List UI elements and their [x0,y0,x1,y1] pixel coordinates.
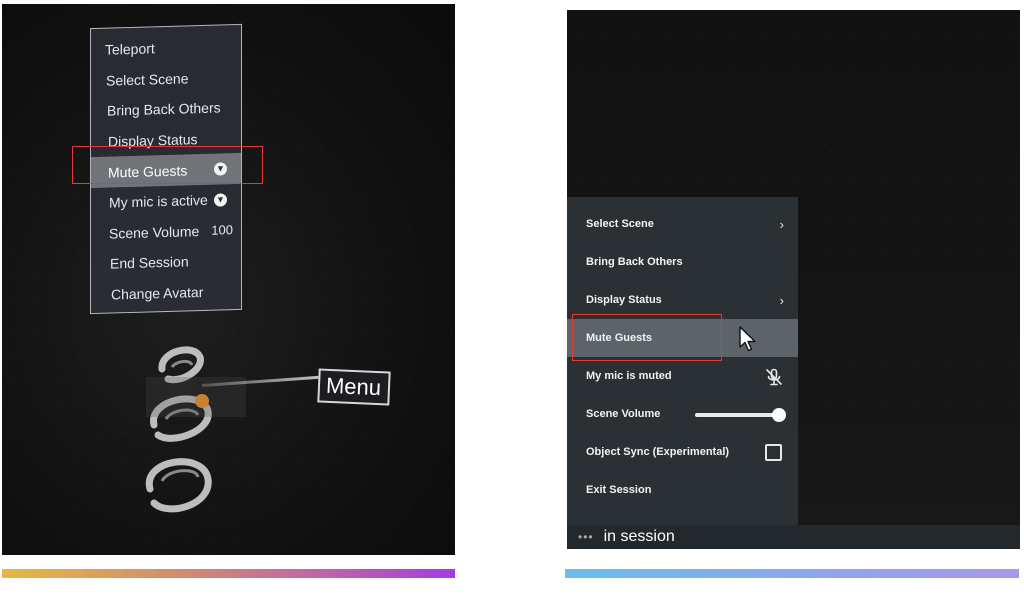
vr-menu-item-label: Teleport [105,40,155,59]
menu-pointer-tag: Menu [317,368,391,406]
menu-item-object-sync[interactable]: Object Sync (Experimental) [567,433,798,471]
session-status-bar: ••• in session [567,525,1020,549]
highlight-box [572,314,722,361]
session-status-text: in session [603,528,675,545]
object-sync-checkbox[interactable] [765,444,782,461]
scene-volume-value: 100 [211,222,233,239]
vr-menu-item-bring-back-others[interactable]: Bring Back Others [91,92,241,127]
mouse-cursor-icon [739,326,756,352]
vr-menu-item-label: Select Scene [106,70,189,89]
mic-off-icon[interactable] [764,367,784,387]
vr-menu-item-label: Scene Volume [109,222,200,242]
menu-item-label: My mic is muted [586,370,672,382]
desktop-view-panel: Select Scene › Bring Back Others Display… [567,10,1020,549]
mic-badge-icon: ▼ [214,193,227,207]
menu-item-label: Select Scene [586,218,654,230]
menu-item-label: Bring Back Others [586,256,683,268]
vr-menu-item-my-mic[interactable]: My mic is active ▼ [91,184,241,219]
vr-menu-item-label: End Session [110,253,189,273]
menu-item-scene-volume[interactable]: Scene Volume [567,395,798,433]
pointer-dot [195,394,209,408]
more-options-icon[interactable]: ••• [578,530,594,544]
vr-controller-ring-icon [145,346,246,513]
highlight-box [72,146,263,184]
menu-item-my-mic[interactable]: My mic is muted [567,357,798,395]
vr-menu-item-scene-volume[interactable]: Scene Volume 100 [91,214,241,249]
scene-volume-slider[interactable] [695,408,786,422]
vr-menu-item-change-avatar[interactable]: Change Avatar [91,276,241,311]
vr-menu-item-label: Bring Back Others [107,99,221,120]
menu-item-exit-session[interactable]: Exit Session [567,471,798,509]
menu-item-label: Display Status [586,294,662,306]
chevron-right-icon: › [779,292,784,308]
menu-item-select-scene[interactable]: Select Scene › [567,205,798,243]
vr-menu-item-label: My mic is active [109,192,208,211]
accent-bar-right [565,569,1019,578]
vr-menu-item-teleport[interactable]: Teleport [91,31,241,66]
vr-menu-item-select-scene[interactable]: Select Scene [91,61,241,96]
desktop-menu-panel: Select Scene › Bring Back Others Display… [567,197,798,525]
slider-handle[interactable] [772,408,786,422]
vr-menu-item-end-session[interactable]: End Session [91,245,241,280]
menu-item-label: Exit Session [586,484,652,496]
accent-bar-left [2,569,455,578]
vr-menu-item-label: Change Avatar [111,284,204,303]
menu-item-bring-back-others[interactable]: Bring Back Others [567,243,798,281]
vr-view-panel: Teleport Select Scene Bring Back Others … [2,4,455,555]
chevron-right-icon: › [779,216,784,232]
menu-item-label: Scene Volume [586,408,661,420]
menu-item-label: Object Sync (Experimental) [586,446,730,458]
